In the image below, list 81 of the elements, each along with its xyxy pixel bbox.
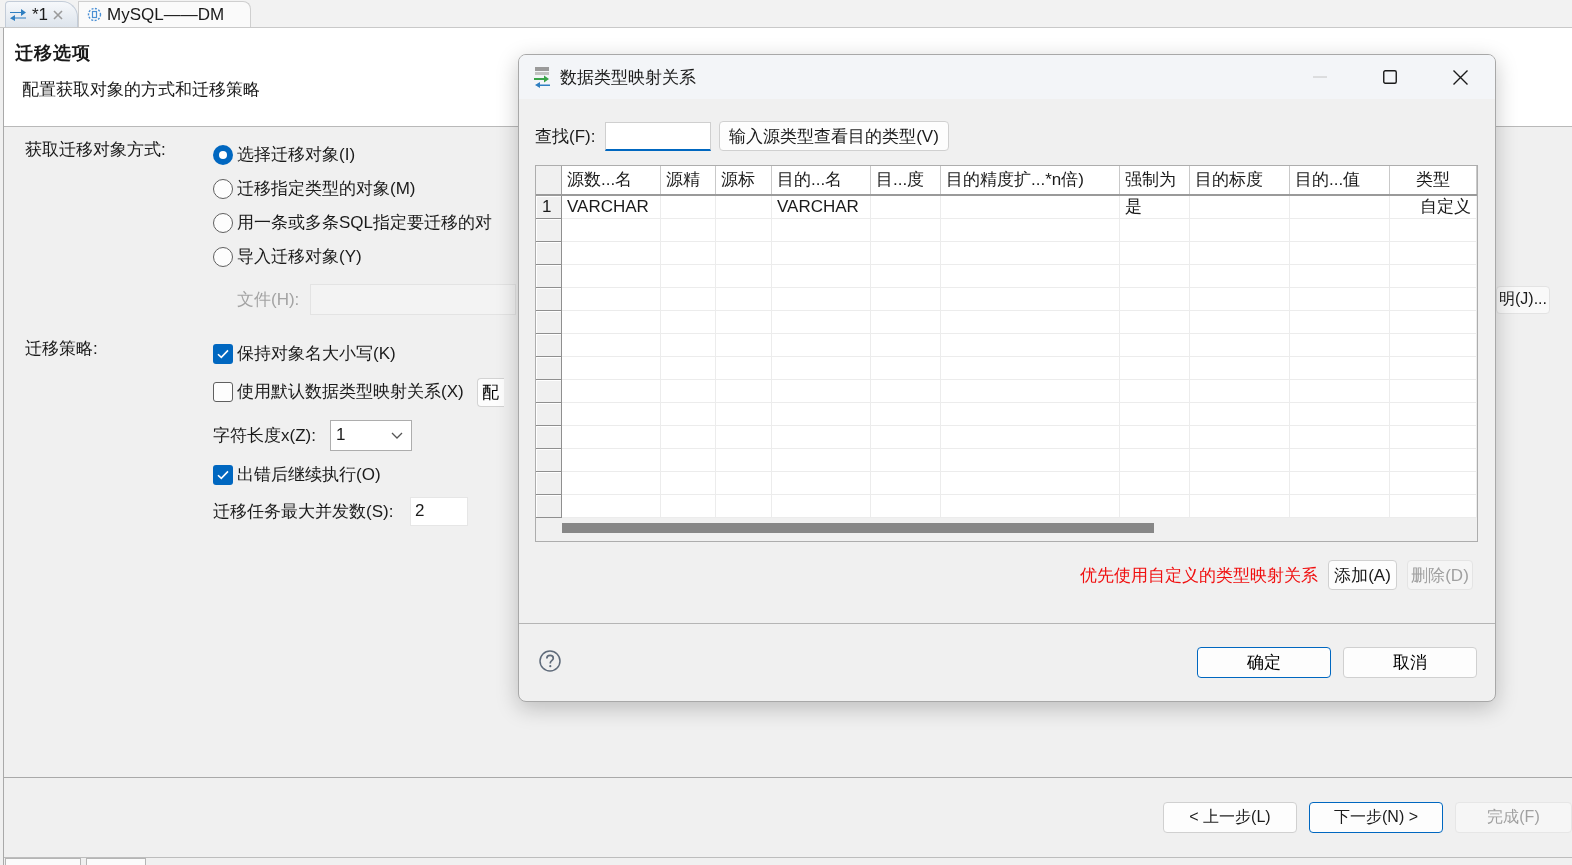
row-header[interactable]	[536, 449, 562, 472]
lookup-button[interactable]: 输入源类型查看目的类型(V)	[719, 121, 949, 151]
row-header[interactable]: 1	[536, 196, 562, 219]
row-header[interactable]	[536, 265, 562, 288]
file-label: 文件(H):	[237, 289, 301, 311]
column-header[interactable]: 类型	[1390, 166, 1477, 194]
section-label: 获取迁移对象方式:	[25, 139, 167, 161]
row-header[interactable]	[536, 472, 562, 495]
wizard-button[interactable]: 下一步(N) >	[1309, 802, 1443, 833]
section-label: 迁移策略:	[25, 338, 99, 360]
table-cell: VARCHAR	[772, 196, 871, 219]
configure-button[interactable]: 配	[476, 377, 504, 407]
column-header[interactable]: 目的精度扩...*n倍)	[941, 166, 1120, 194]
field-label: 字符长度x(Z):	[213, 424, 317, 447]
checkbox-label[interactable]: 保持对象名大小写(K)	[237, 342, 396, 366]
table-cell: VARCHAR	[562, 196, 661, 219]
select-field[interactable]: 1	[330, 419, 412, 451]
table-cell: 自定义	[1390, 196, 1477, 219]
row-header[interactable]	[536, 403, 562, 426]
cancel-button[interactable]: 取消	[1343, 647, 1477, 678]
row-header[interactable]	[536, 288, 562, 311]
row-header[interactable]	[536, 495, 562, 518]
checkmark-icon	[217, 349, 229, 359]
column-header[interactable]: 强制为	[1120, 166, 1190, 194]
row-header[interactable]	[536, 219, 562, 242]
radio-button[interactable]	[213, 247, 233, 267]
row-header[interactable]	[536, 242, 562, 265]
column-header[interactable]: 源标	[716, 166, 772, 194]
add-button[interactable]: 添加(A)	[1328, 560, 1397, 590]
column-header[interactable]: 源精	[661, 166, 716, 194]
checkbox[interactable]	[213, 382, 233, 402]
search-field[interactable]	[605, 121, 711, 151]
hint-text: 优先使用自定义的类型映射关系	[1080, 564, 1318, 587]
row-header[interactable]	[536, 357, 562, 380]
radio-label[interactable]: 迁移指定类型的对象(M)	[237, 177, 416, 201]
checkbox-label[interactable]: 使用默认数据类型映射关系(X)	[237, 380, 464, 404]
column-header[interactable]: 目的标度	[1190, 166, 1290, 194]
dialog-title: 数据类型映射关系	[560, 66, 696, 89]
editor-tab[interactable]: *1	[5, 1, 79, 27]
maximize-icon	[1383, 70, 1397, 84]
row-header[interactable]	[536, 426, 562, 449]
column-header[interactable]: 目的...值	[1290, 166, 1390, 194]
table-cell	[661, 196, 716, 219]
horizontal-scrollbar[interactable]	[536, 518, 1477, 541]
editor-tab[interactable]: MySQL——DM	[78, 1, 252, 27]
page-title: 迁移选项	[15, 42, 92, 65]
database-icon	[87, 7, 103, 22]
checkmark-icon	[217, 470, 229, 480]
chevron-down-icon	[391, 431, 403, 439]
checkbox[interactable]	[213, 465, 233, 485]
checkbox[interactable]	[213, 344, 233, 364]
table-cell	[871, 196, 941, 219]
radio-button[interactable]	[213, 179, 233, 199]
scrollbar-thumb[interactable]	[562, 523, 1154, 533]
swap-arrows-icon	[9, 8, 27, 21]
search-label: 查找(F):	[535, 125, 597, 148]
radio-label[interactable]: 选择迁移对象(I)	[237, 143, 356, 167]
checkbox-label[interactable]: 出错后继续执行(O)	[237, 463, 381, 487]
close-icon[interactable]	[53, 9, 64, 20]
radio-label[interactable]: 导入迁移对象(Y)	[237, 245, 362, 269]
app-layers-icon	[532, 66, 552, 88]
ok-button[interactable]: 确定	[1197, 647, 1331, 678]
radio-label[interactable]: 用一条或多条SQL指定要迁移的对	[237, 211, 493, 235]
help-icon[interactable]	[539, 650, 561, 672]
number-field[interactable]: 2	[410, 496, 468, 526]
column-header[interactable]: 目的...名	[772, 166, 871, 194]
bottom-tab[interactable]	[5, 858, 81, 865]
close-icon	[1452, 69, 1468, 85]
radio-button[interactable]	[213, 213, 233, 233]
page-subtitle: 配置获取对象的方式和迁移策略	[22, 79, 261, 101]
table-cell	[716, 196, 772, 219]
column-header[interactable]: 目...度	[871, 166, 941, 194]
wizard-button[interactable]: < 上一步(L)	[1163, 802, 1297, 833]
row-header[interactable]	[536, 311, 562, 334]
column-header[interactable]: 源数...名	[562, 166, 661, 194]
radio-button[interactable]	[213, 145, 233, 165]
row-header[interactable]	[536, 334, 562, 357]
table-cell: 是	[1120, 196, 1190, 219]
row-header[interactable]	[536, 380, 562, 403]
field-label: 迁移任务最大并发数(S):	[213, 500, 395, 523]
bottom-tab[interactable]	[86, 858, 146, 865]
